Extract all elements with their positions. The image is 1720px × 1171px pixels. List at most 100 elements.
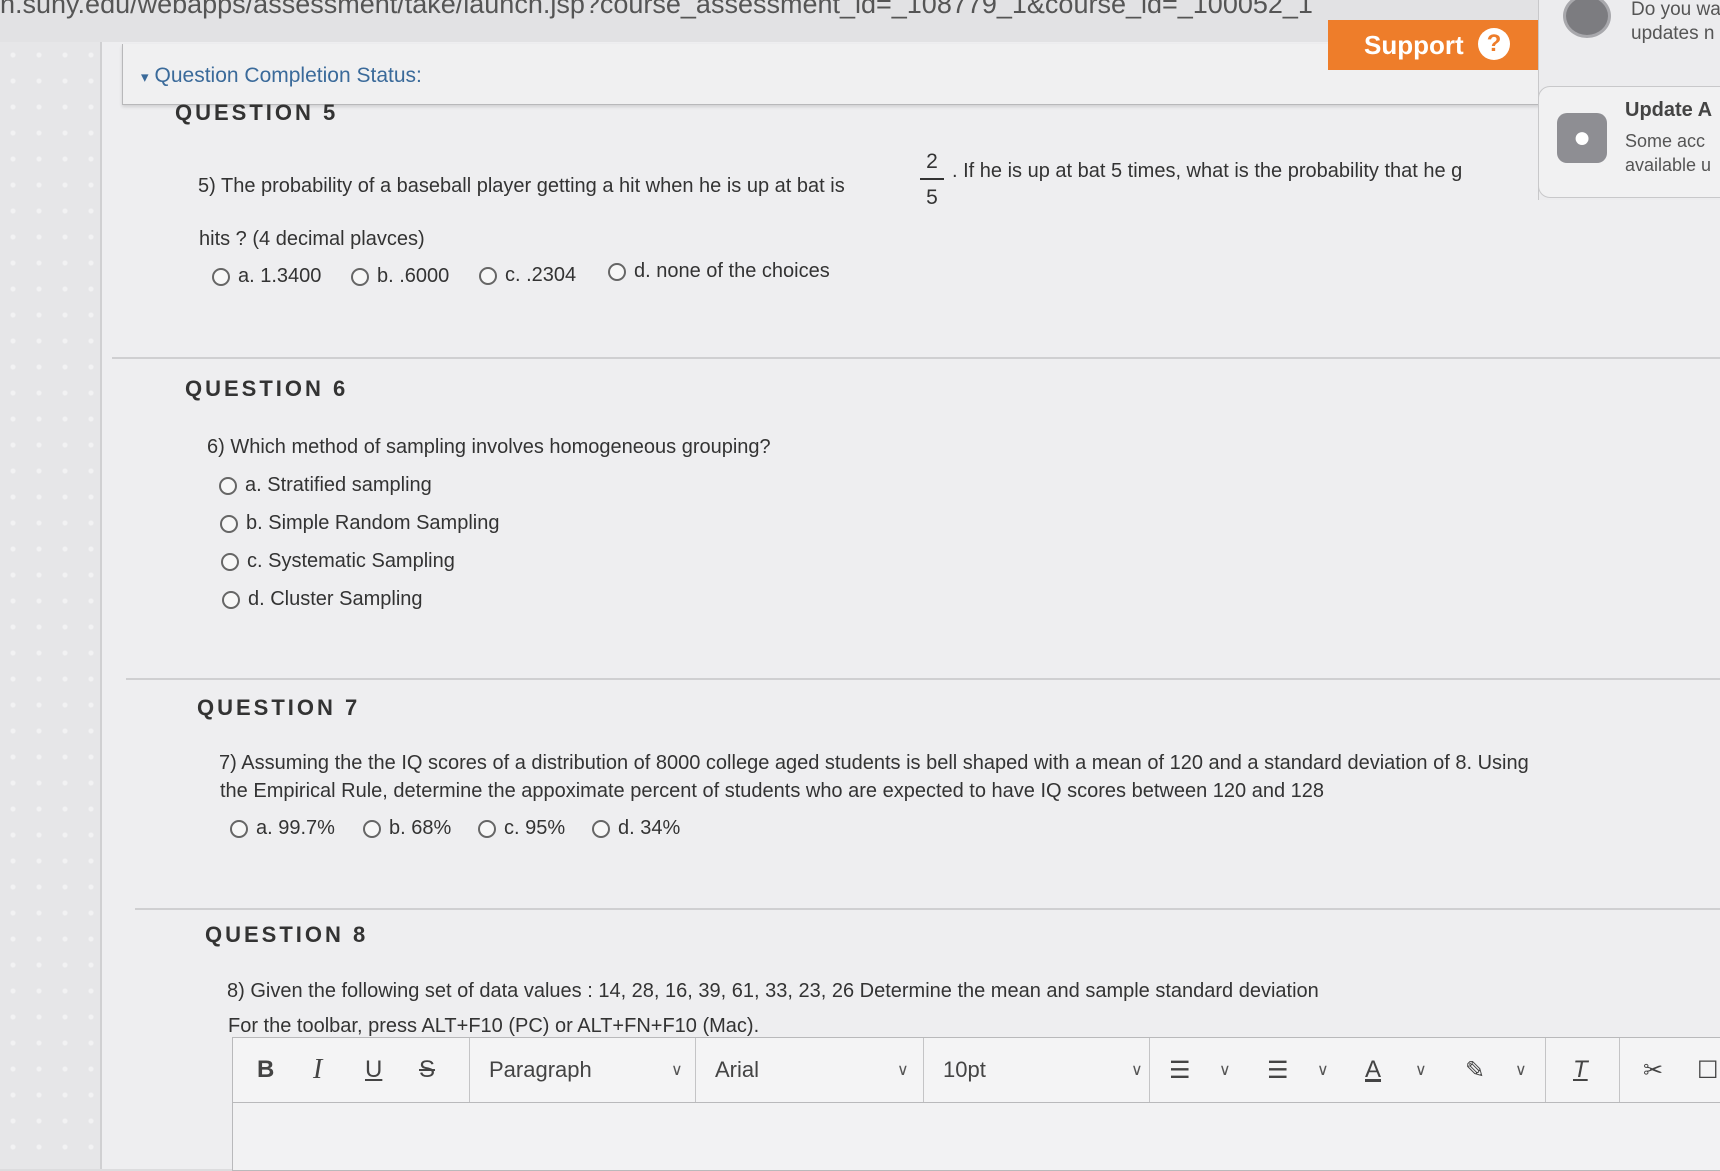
question-5-fraction: 2 5 <box>920 150 944 210</box>
font-size-value: 10pt <box>943 1057 986 1082</box>
radio-button[interactable] <box>363 819 381 838</box>
help-icon: ? <box>1478 28 1510 60</box>
highlight-icon[interactable]: ✎ <box>1465 1038 1485 1102</box>
editor-toolbar: B I U S Paragraph ∨ Arial ∨ 10pt ∨ ☰ ∨ ☰… <box>233 1038 1720 1103</box>
update-body: Some acc available u <box>1625 129 1711 177</box>
bullet-list-icon[interactable]: ☰ <box>1169 1038 1191 1102</box>
radio-button[interactable] <box>212 267 230 286</box>
choice-label: b. .6000 <box>377 265 450 287</box>
chevron-down-icon[interactable]: ∨ <box>1515 1060 1527 1080</box>
update-title: Update A <box>1625 99 1713 121</box>
question-5-text-line-2: hits ? (4 decimal plavces) <box>199 228 425 250</box>
question-7-choice-d[interactable]: d. 34% <box>592 817 680 840</box>
rich-text-editor[interactable]: B I U S Paragraph ∨ Arial ∨ 10pt ∨ ☰ ∨ ☰… <box>232 1037 1720 1171</box>
chevron-down-icon: ▾ <box>141 69 149 86</box>
support-button[interactable]: Support ? <box>1328 20 1538 70</box>
bold-button[interactable]: B <box>257 1038 274 1102</box>
question-6-heading: QUESTION 6 <box>185 376 349 401</box>
radio-button[interactable] <box>219 476 237 495</box>
radio-button[interactable] <box>479 266 497 285</box>
paragraph-format-dropdown[interactable]: Paragraph ∨ <box>489 1038 699 1102</box>
chevron-down-icon: ∨ <box>671 1062 683 1079</box>
choice-label: a. 99.7% <box>256 817 335 839</box>
choice-label: c. .2304 <box>505 264 577 286</box>
radio-button[interactable] <box>608 262 626 281</box>
question-5-choice-b[interactable]: b. .6000 <box>351 265 449 288</box>
question-7-text-line-1: 7) Assuming the the IQ scores of a distr… <box>219 752 1529 774</box>
fraction-numerator: 2 <box>926 150 938 173</box>
text-color-icon[interactable]: A <box>1365 1038 1381 1102</box>
update-notification-card[interactable]: ● Update A Some acc available u <box>1538 86 1720 198</box>
question-8-text: 8) Given the following set of data value… <box>227 980 1319 1002</box>
notification-line-2: updates n <box>1631 23 1715 44</box>
question-divider <box>135 908 1720 910</box>
toolbar-separator <box>1619 1038 1620 1102</box>
toolbar-separator <box>1545 1038 1546 1102</box>
notification-line-1: Do you wa <box>1631 0 1720 20</box>
chevron-down-icon: ∨ <box>897 1062 909 1079</box>
radio-button[interactable] <box>221 552 239 571</box>
question-7-choice-c[interactable]: c. 95% <box>478 817 565 840</box>
radio-button[interactable] <box>592 819 610 838</box>
choice-label: a. 1.3400 <box>238 265 322 287</box>
choice-label: b. Simple Random Sampling <box>246 512 500 534</box>
question-7-choice-a[interactable]: a. 99.7% <box>230 817 335 840</box>
chevron-down-icon[interactable]: ∨ <box>1219 1060 1231 1080</box>
fraction-denominator: 5 <box>926 186 938 209</box>
paragraph-format-value: Paragraph <box>489 1057 592 1082</box>
underline-button[interactable]: U <box>365 1038 382 1102</box>
clear-formatting-icon[interactable]: T <box>1573 1038 1588 1102</box>
italic-button[interactable]: I <box>313 1038 322 1102</box>
strikethrough-button[interactable]: S <box>419 1038 435 1102</box>
chevron-down-icon[interactable]: ∨ <box>1415 1060 1427 1080</box>
radio-button[interactable] <box>351 267 369 286</box>
chevron-down-icon[interactable]: ∨ <box>1317 1060 1329 1080</box>
radio-button[interactable] <box>220 514 238 533</box>
choice-label: c. 95% <box>504 817 566 839</box>
question-6-text: 6) Which method of sampling involves hom… <box>207 436 771 458</box>
question-5-choice-d[interactable]: d. none of the choices <box>608 260 830 283</box>
question-6-choice-a[interactable]: a. Stratified sampling <box>219 474 432 497</box>
question-6-choice-c[interactable]: c. Systematic Sampling <box>221 550 455 573</box>
choice-label: a. Stratified sampling <box>245 474 432 496</box>
url-text: n.suny.edu/webapps/assessment/take/launc… <box>0 0 1313 19</box>
update-body-line-2: available u <box>1625 155 1712 175</box>
question-7-choice-b[interactable]: b. 68% <box>363 817 451 840</box>
fraction-bar <box>920 178 944 180</box>
question-6-choice-d[interactable]: d. Cluster Sampling <box>222 588 423 611</box>
notification-text: Do you wa updates n <box>1631 0 1720 46</box>
font-family-value: Arial <box>715 1057 760 1082</box>
question-divider <box>126 678 1720 680</box>
question-6-choice-b[interactable]: b. Simple Random Sampling <box>220 512 499 535</box>
copy-icon[interactable]: ☐ <box>1697 1038 1719 1102</box>
editor-text-area[interactable] <box>233 1103 1720 1169</box>
question-7-heading: QUESTION 7 <box>197 695 361 720</box>
question-5-choice-a[interactable]: a. 1.3400 <box>212 265 321 288</box>
question-7-text-line-2: the Empirical Rule, determine the appoxi… <box>220 780 1324 802</box>
question-5-text: 5) The probability of a baseball player … <box>198 175 845 197</box>
apple-logo-icon: ● <box>1557 113 1607 163</box>
question-8-heading: QUESTION 8 <box>205 922 369 947</box>
chevron-down-icon: ∨ <box>1131 1062 1143 1079</box>
question-5-choice-c[interactable]: c. .2304 <box>479 264 576 287</box>
radio-button[interactable] <box>230 819 248 838</box>
radio-button[interactable] <box>478 819 496 838</box>
question-completion-status-toggle[interactable]: ▾ Question Completion Status: <box>141 64 422 88</box>
font-size-dropdown[interactable]: 10pt ∨ <box>943 1038 1153 1102</box>
toolbar-separator <box>469 1038 470 1102</box>
radio-button[interactable] <box>222 590 240 609</box>
settings-gear-icon <box>1563 0 1611 38</box>
support-label: Support <box>1364 29 1464 60</box>
toolbar-separator <box>695 1038 696 1102</box>
choice-label: d. Cluster Sampling <box>248 588 423 610</box>
cut-icon[interactable]: ✂ <box>1643 1038 1663 1102</box>
numbered-list-icon[interactable]: ☰ <box>1267 1038 1289 1102</box>
toolbar-separator <box>923 1038 924 1102</box>
question-5-heading: QUESTION 5 <box>175 100 339 125</box>
toolbar-hint: For the toolbar, press ALT+F10 (PC) or A… <box>228 1015 760 1037</box>
font-family-dropdown[interactable]: Arial ∨ <box>715 1038 925 1102</box>
update-body-line-1: Some acc <box>1625 131 1706 151</box>
question-5-text-continued: . If he is up at bat 5 times, what is th… <box>952 160 1463 182</box>
status-label-text: Question Completion Status: <box>154 64 422 87</box>
choice-label: b. 68% <box>389 817 452 839</box>
